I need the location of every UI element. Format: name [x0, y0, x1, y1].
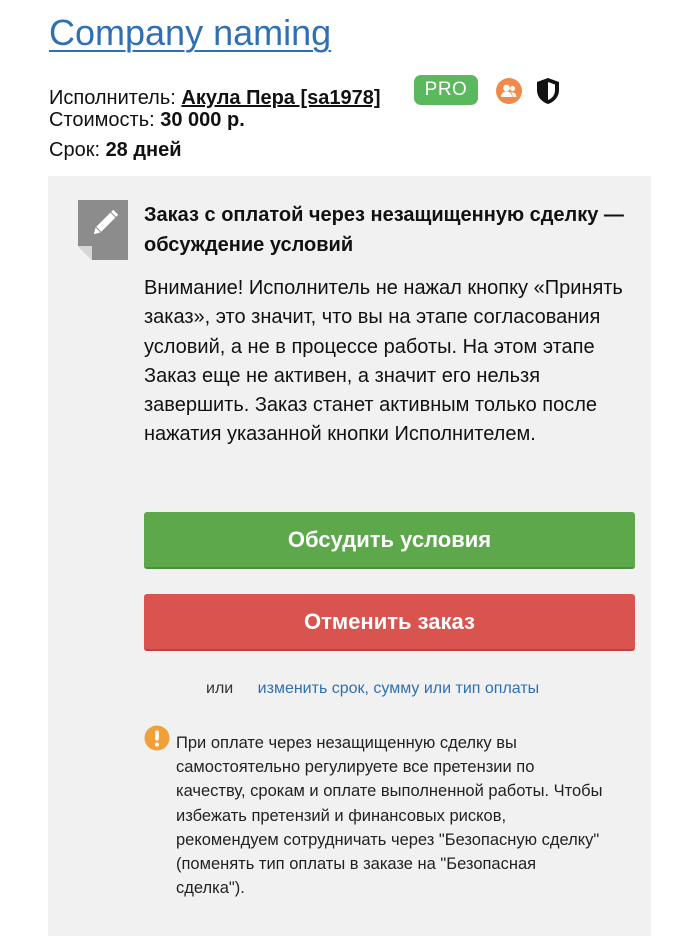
panel-heading: Заказ с оплатой через незащищенную сделк… [144, 204, 624, 256]
pro-badge: PRO [414, 75, 478, 105]
executor-row: Исполнитель: Акула Пера [sa1978] [49, 86, 381, 110]
payment-notice-text: При оплате через незащищенную сделку вы … [176, 734, 603, 898]
term-value: 28 дней [105, 139, 182, 161]
discuss-terms-button[interactable]: Обсудить условия [144, 512, 635, 569]
term-label: Срок: [49, 139, 100, 161]
cost-label: Стоимость: [49, 109, 155, 131]
cost-row: Стоимость: 30 000 р. [49, 108, 245, 132]
executor-label: Исполнитель: [49, 87, 176, 109]
term-row: Срок: 28 дней [49, 138, 182, 162]
order-status-panel: Заказ с оплатой через незащищенную сделк… [48, 176, 651, 936]
exclamation-icon [144, 725, 170, 751]
change-terms-link[interactable]: изменить срок, сумму или тип оплаты [258, 680, 540, 697]
user-icon [496, 78, 522, 104]
page-title-link[interactable]: Company naming [49, 12, 331, 54]
edit-pencil-icon [78, 200, 130, 262]
cost-value: 30 000 р. [160, 109, 245, 131]
warning-text: Внимание! Исполнитель не нажал кнопку «П… [144, 277, 623, 446]
shield-icon [535, 77, 561, 105]
alternative-action-row: или изменить срок, сумму или тип оплаты [206, 680, 539, 698]
cancel-order-button[interactable]: Отменить заказ [144, 594, 635, 651]
or-label: или [206, 680, 234, 697]
executor-name-link[interactable]: Акула Пера [sa1978] [181, 87, 380, 109]
